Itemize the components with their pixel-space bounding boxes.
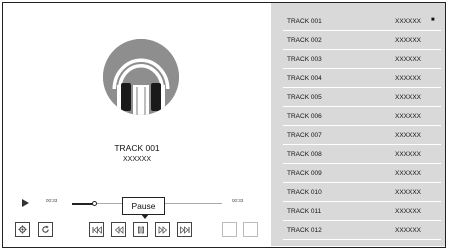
playlist-track-artist: XXXXXX [395,170,422,177]
playlist-track-artist: XXXXXX [395,189,422,196]
playlist-row[interactable]: TRACK 007 XXXXXX [283,127,441,145]
player-panel: TRACK 001 XXXXXX 00:33 00:33 Pause [3,3,271,246]
skip-to-end-button[interactable] [177,222,192,237]
pause-tooltip: Pause [122,197,165,219]
blank-button-1[interactable] [222,222,237,237]
elapsed-time: 00:33 [46,198,58,203]
playlist-row[interactable]: TRACK 010 XXXXXX [283,184,441,202]
playlist-track-title: TRACK 008 [287,151,322,158]
playlist-row[interactable]: TRACK 001 XXXXXX ■ [283,13,441,31]
playlist-track-artist: XXXXXX [395,56,422,63]
previous-icon [114,225,123,234]
music-player-window: TRACK 001 XXXXXX 00:33 00:33 Pause TRACK… [2,2,446,248]
skip-to-end-icon [179,225,189,234]
playlist-track-title: TRACK 004 [287,75,322,82]
playlist-track-title: TRACK 012 [287,227,322,234]
refresh-icon [42,225,49,233]
play-icon[interactable] [20,198,30,208]
playlist-track-title: TRACK 007 [287,132,322,139]
playlist-track-artist: XXXXXX [395,94,422,101]
playlist-row[interactable]: TRACK 003 XXXXXX [283,51,441,69]
playlist-track-title: TRACK 003 [287,56,322,63]
playlist-panel: TRACK 001 XXXXXX ■ TRACK 002 XXXXXX TRACK 003… [271,3,445,246]
playlist-track-title: TRACK 009 [287,170,322,177]
now-playing-artist: XXXXXX [122,156,151,163]
playlist-row[interactable]: TRACK 009 XXXXXX [283,165,441,183]
playlist-track-title: TRACK 011 [287,208,322,215]
playlist-row[interactable]: TRACK 008 XXXXXX [283,146,441,164]
headphones-icon [103,39,179,115]
next-icon [158,225,167,234]
playlist-track-artist: XXXXXX [395,18,422,25]
previous-button[interactable] [111,222,126,237]
playlist-row[interactable]: TRACK 002 XXXXXX [283,32,441,50]
playlist-row[interactable]: TRACK 006 XXXXXX [283,108,441,126]
now-playing-marker: ■ [431,17,435,23]
pause-button[interactable] [133,222,148,237]
playlist-track-artist: XXXXXX [395,208,422,215]
playlist-track-artist: XXXXXX [395,151,422,158]
playlist-row[interactable]: TRACK 011 XXXXXX [283,203,441,221]
playlist-row[interactable]: TRACK 012 XXXXXX [283,222,441,240]
playlist-track-artist: XXXXXX [395,37,422,44]
settings-button[interactable] [15,222,30,237]
shuffle-button[interactable] [38,222,53,237]
playlist-track-artist: XXXXXX [395,132,422,139]
next-button[interactable] [155,222,170,237]
blank-button-2[interactable] [243,222,258,237]
playlist-track-title: TRACK 006 [287,113,322,120]
skip-to-start-button[interactable] [89,222,104,237]
total-time: 00:33 [232,198,244,203]
album-art [103,39,179,115]
progress-knob[interactable] [92,200,97,206]
playlist-row[interactable]: TRACK 005 XXXXXX [283,89,441,107]
playlist-track-title: TRACK 001 [287,18,322,25]
now-playing-title: TRACK 001 [114,143,160,153]
playlist-row[interactable]: TRACK 004 XXXXXX [283,70,441,88]
pause-icon [137,226,144,233]
skip-to-start-icon [92,225,102,234]
playlist-track-artist: XXXXXX [395,227,422,234]
playlist-track-title: TRACK 010 [287,189,322,196]
playlist-track-artist: XXXXXX [395,75,422,82]
playlist-track-title: TRACK 002 [287,37,322,44]
playlist-track-title: TRACK 005 [287,94,322,101]
playlist-track-artist: XXXXXX [395,113,422,120]
gear-icon [18,225,27,234]
